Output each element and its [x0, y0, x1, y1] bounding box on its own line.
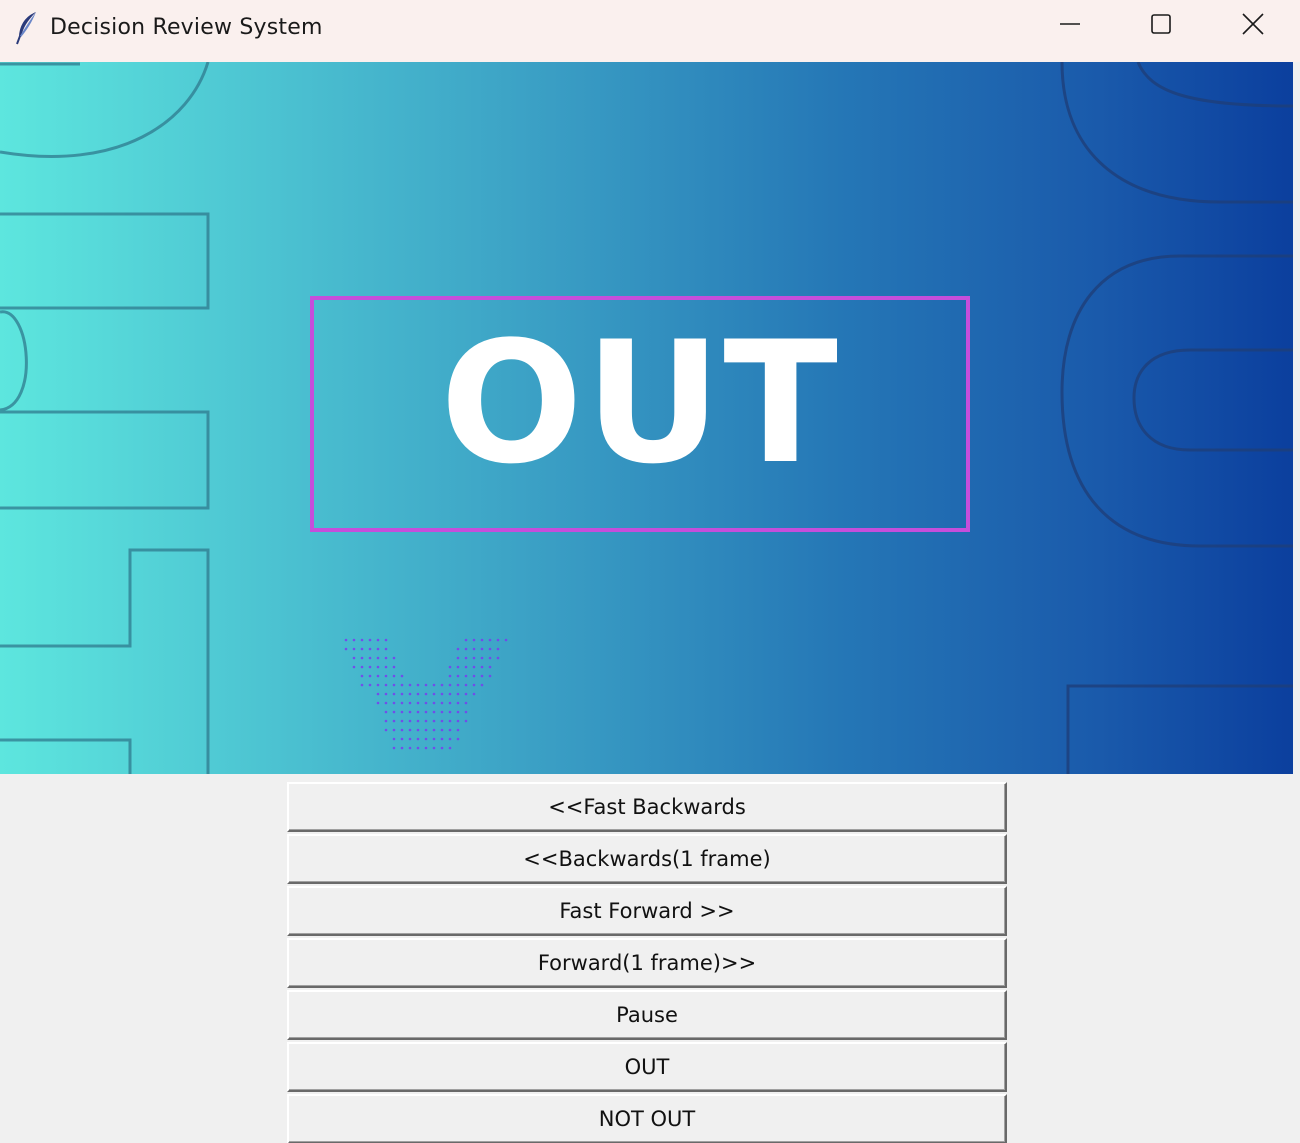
maximize-icon	[1150, 13, 1172, 39]
fast-backwards-button[interactable]: <<Fast Backwards	[287, 782, 1007, 832]
fast-forward-button[interactable]: Fast Forward >>	[287, 886, 1007, 936]
decision-box: OUT	[310, 296, 970, 532]
title-bar[interactable]: Decision Review System	[0, 0, 1300, 62]
feather-icon	[12, 10, 42, 46]
minimize-icon	[1059, 13, 1081, 39]
app-window: Decision Review System OUT <<Fast Backwa…	[0, 0, 1300, 1143]
not-out-button[interactable]: NOT OUT	[287, 1094, 1007, 1143]
video-frame: OUT	[0, 62, 1293, 774]
minimize-button[interactable]	[1024, 0, 1116, 52]
close-icon	[1242, 13, 1264, 39]
maximize-button[interactable]	[1115, 0, 1207, 52]
backwards-1-frame-button[interactable]: <<Backwards(1 frame)	[287, 834, 1007, 884]
pause-button[interactable]: Pause	[287, 990, 1007, 1040]
decision-text: OUT	[440, 305, 840, 501]
forward-1-frame-button[interactable]: Forward(1 frame)>>	[287, 938, 1007, 988]
out-button[interactable]: OUT	[287, 1042, 1007, 1092]
close-button[interactable]	[1207, 0, 1299, 52]
window-title: Decision Review System	[50, 15, 323, 40]
playback-controls: <<Fast Backwards <<Backwards(1 frame) Fa…	[287, 782, 1007, 1143]
